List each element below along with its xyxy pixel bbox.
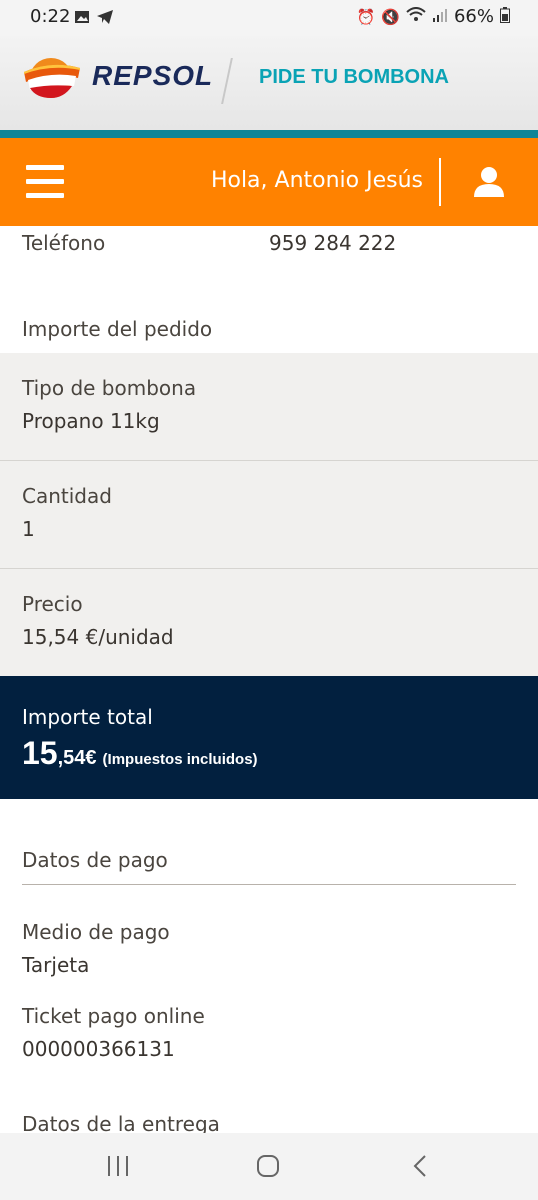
battery-icon xyxy=(500,6,510,27)
nav-divider xyxy=(439,158,441,206)
signal-icon xyxy=(432,8,448,26)
battery-text: 66% xyxy=(453,6,494,27)
user-icon[interactable] xyxy=(472,166,506,198)
back-icon[interactable] xyxy=(400,1148,440,1184)
quantity-label: Cantidad xyxy=(22,484,112,508)
total-amount-decimals: ,54€ xyxy=(57,747,97,769)
bottle-type-value: Propano 11kg xyxy=(22,409,160,433)
repsol-logo-icon xyxy=(20,56,82,100)
home-icon[interactable] xyxy=(248,1148,288,1184)
status-right: ⏰ 🔇 66% xyxy=(357,6,510,27)
payment-section-title: Datos de pago xyxy=(22,848,168,872)
telegram-icon xyxy=(96,9,114,29)
phone-label: Teléfono xyxy=(22,231,106,255)
payment-method-label: Medio de pago xyxy=(22,920,170,944)
ticket-label: Ticket pago online xyxy=(22,1004,205,1028)
quantity-value: 1 xyxy=(22,517,35,541)
total-label: Importe total xyxy=(22,705,153,729)
image-icon xyxy=(74,9,90,29)
total-amount: 15,54€ (Impuestos incluidos) xyxy=(22,735,258,772)
price-label: Precio xyxy=(22,592,83,616)
alarm-icon: ⏰ xyxy=(356,7,376,26)
payment-method-value: Tarjeta xyxy=(22,953,90,977)
wifi-icon xyxy=(406,6,426,27)
teal-divider xyxy=(0,130,538,138)
section-divider xyxy=(22,884,516,885)
recents-icon[interactable] xyxy=(98,1148,138,1184)
brand-wordmark[interactable]: REPSOL xyxy=(92,60,213,92)
row-divider xyxy=(0,460,538,461)
mute-icon: 🔇 xyxy=(381,7,400,26)
tax-note: (Impuestos incluidos) xyxy=(102,751,258,768)
phone-value: 959 284 222 xyxy=(269,231,397,255)
total-amount-integer: 15 xyxy=(22,735,58,771)
status-time: 0:22 xyxy=(30,6,71,27)
user-greeting: Hola, Antonio Jesús xyxy=(210,168,423,193)
price-value: 15,54 €/unidad xyxy=(22,625,174,649)
row-divider xyxy=(0,568,538,569)
brand-tagline: PIDE TU BOMBONA xyxy=(259,66,449,88)
bottle-type-label: Tipo de bombona xyxy=(22,376,197,400)
order-section-title: Importe del pedido xyxy=(22,317,213,341)
ticket-value: 000000366131 xyxy=(22,1037,175,1061)
